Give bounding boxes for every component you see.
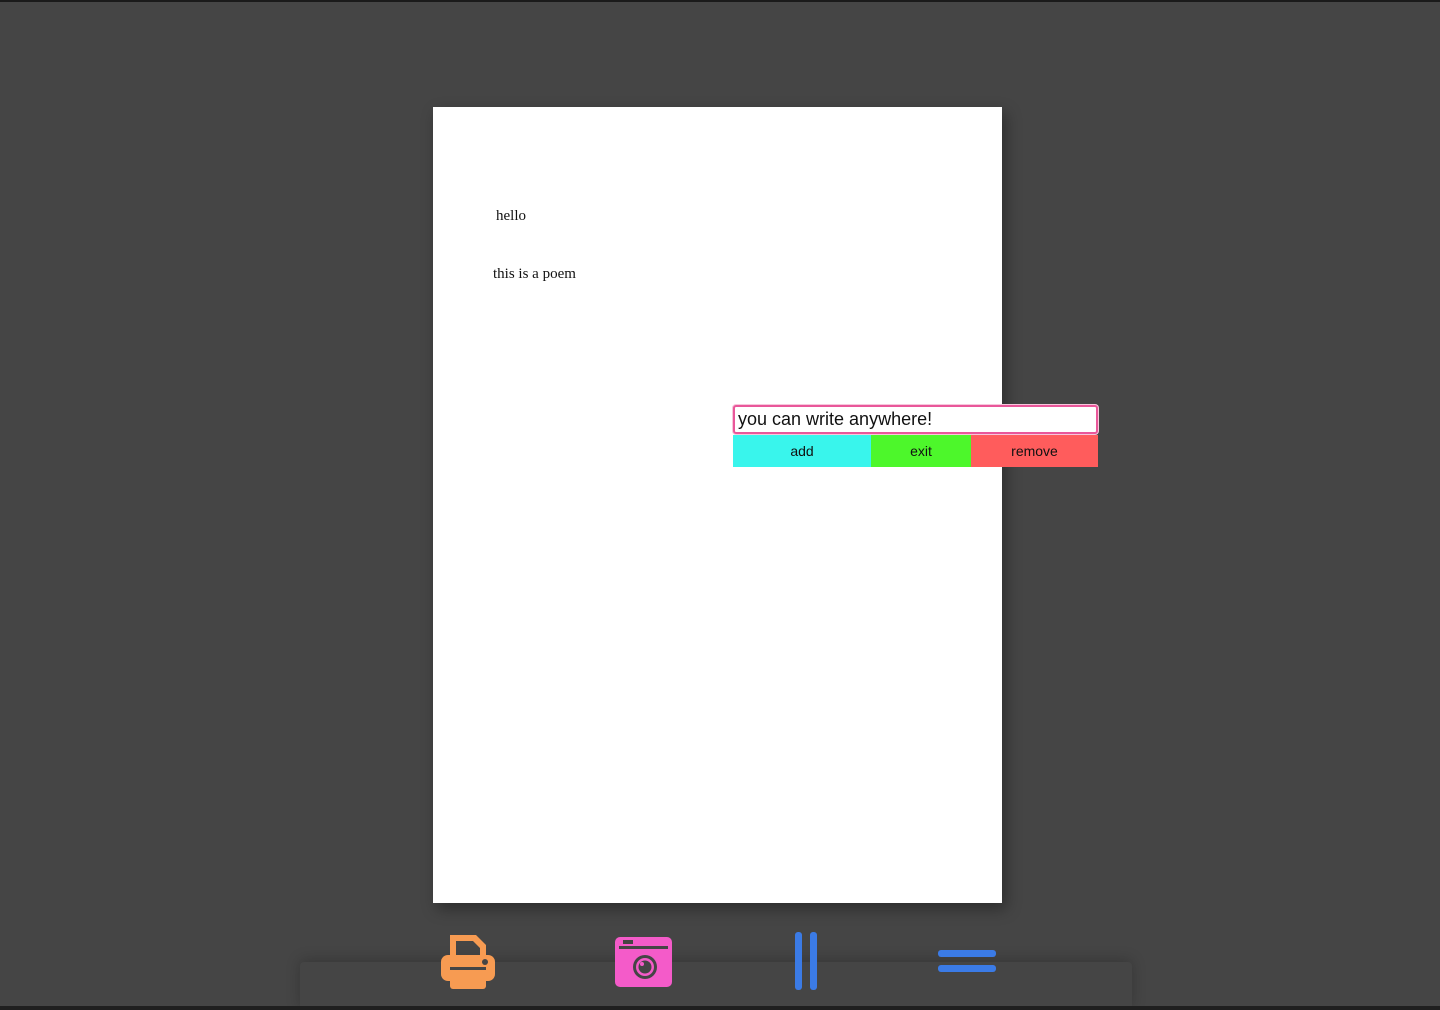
remove-button[interactable]: remove — [971, 435, 1098, 467]
poem-page[interactable]: hello this is a poem — [433, 107, 1002, 903]
text-editor-popup: add exit remove — [733, 405, 1098, 467]
printer-icon — [441, 935, 495, 989]
editor-button-row: add exit remove — [733, 435, 1098, 467]
snapshot-button[interactable] — [612, 930, 674, 992]
window-top-edge — [0, 0, 1440, 2]
poem-line-hello[interactable]: hello — [496, 208, 526, 225]
text-input[interactable] — [733, 405, 1098, 434]
menu-button[interactable] — [935, 930, 997, 992]
camera-icon — [615, 937, 672, 987]
menu-icon — [938, 950, 996, 972]
poem-line-this-is-a-poem[interactable]: this is a poem — [493, 266, 576, 283]
exit-button[interactable]: exit — [871, 435, 971, 467]
window-bottom-edge — [0, 1006, 1440, 1010]
print-button[interactable] — [437, 930, 499, 992]
columns-icon — [795, 932, 817, 990]
columns-button[interactable] — [774, 930, 836, 992]
add-button[interactable]: add — [733, 435, 871, 467]
toolbar — [300, 962, 1132, 1010]
